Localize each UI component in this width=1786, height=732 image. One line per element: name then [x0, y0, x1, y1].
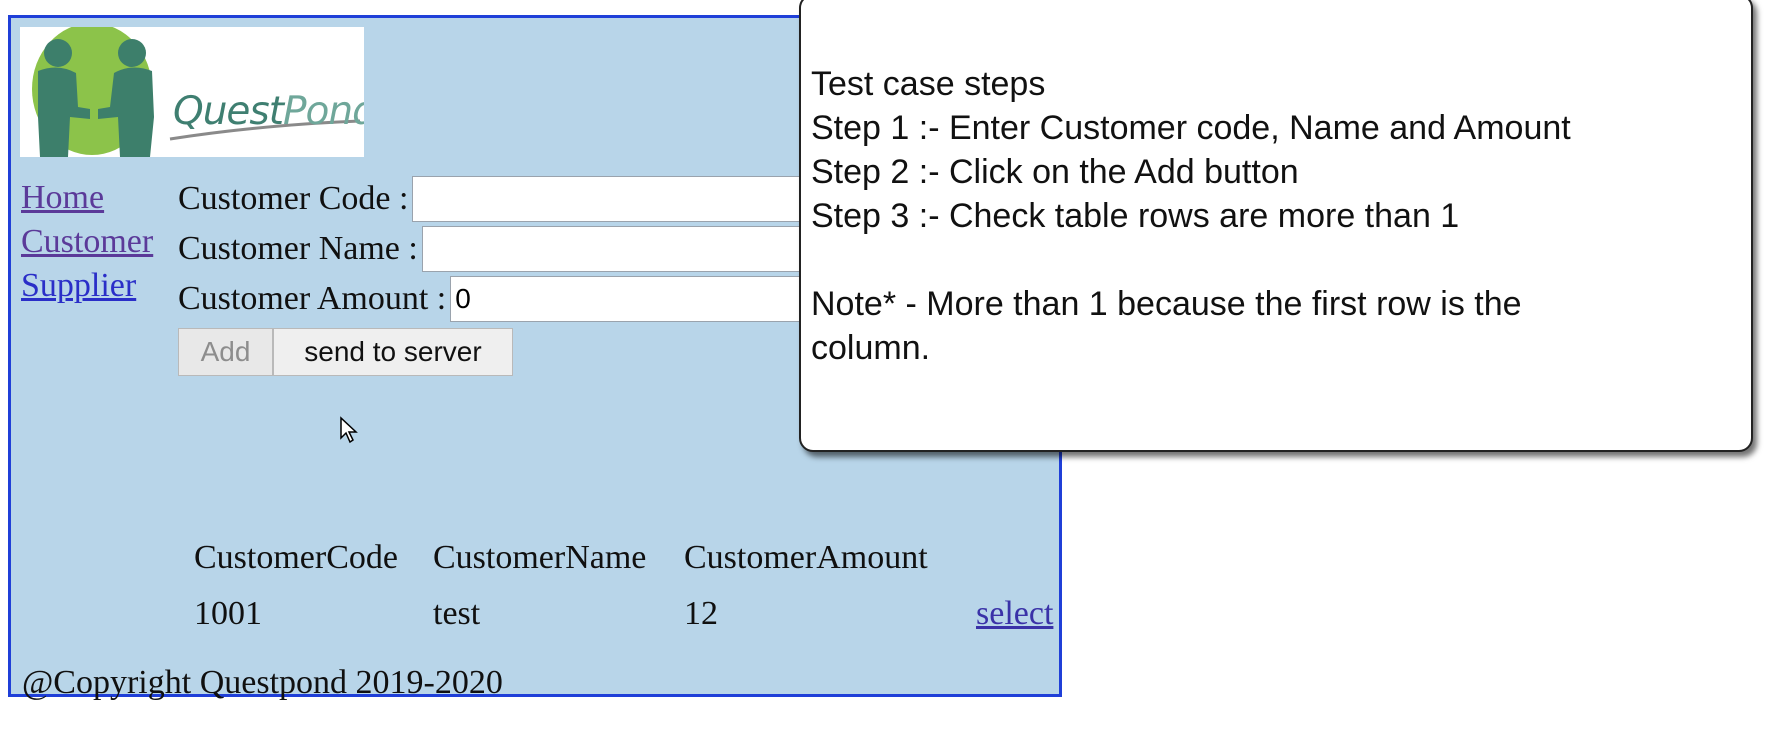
- column-header-customer-code: CustomerCode: [194, 539, 398, 576]
- column-header-customer-amount: CustomerAmount: [684, 539, 928, 576]
- cell-customer-name: test: [433, 595, 481, 632]
- button-bar: Add send to server: [178, 328, 518, 376]
- add-button[interactable]: Add: [178, 328, 273, 376]
- nav-link-customer[interactable]: Customer: [21, 220, 153, 264]
- test-case-callout: Test case steps Step 1 :- Enter Customer…: [799, 0, 1753, 452]
- copyright-footer: @Copyright Questpond 2019-2020: [22, 664, 503, 701]
- questpond-logo: QuestPond: [20, 27, 364, 157]
- cell-customer-amount: 12: [684, 595, 718, 632]
- customer-code-label: Customer Code :: [178, 180, 409, 217]
- customer-name-label: Customer Name :: [178, 230, 418, 267]
- callout-spacer: [811, 238, 1741, 282]
- callout-note-line-2: column.: [811, 329, 931, 367]
- callout-note-line-1: Note* - More than 1 because the first ro…: [811, 285, 1522, 323]
- select-row-link[interactable]: select: [976, 595, 1053, 633]
- send-to-server-button[interactable]: send to server: [273, 328, 513, 376]
- side-nav: Home Customer Supplier: [21, 176, 153, 308]
- callout-step-2: Step 2 :- Click on the Add button: [811, 153, 1299, 191]
- column-header-customer-name: CustomerName: [433, 539, 647, 576]
- logo-wordmark: QuestPond: [173, 89, 364, 134]
- cell-customer-code: 1001: [194, 595, 262, 632]
- nav-link-supplier[interactable]: Supplier: [21, 264, 153, 308]
- callout-title: Test case steps: [811, 65, 1046, 103]
- callout-step-1: Step 1 :- Enter Customer code, Name and …: [811, 109, 1571, 147]
- mouse-pointer-icon: [340, 416, 358, 444]
- nav-link-home[interactable]: Home: [21, 176, 153, 220]
- customer-amount-label: Customer Amount :: [178, 280, 447, 317]
- callout-step-3: Step 3 :- Check table rows are more than…: [811, 197, 1460, 235]
